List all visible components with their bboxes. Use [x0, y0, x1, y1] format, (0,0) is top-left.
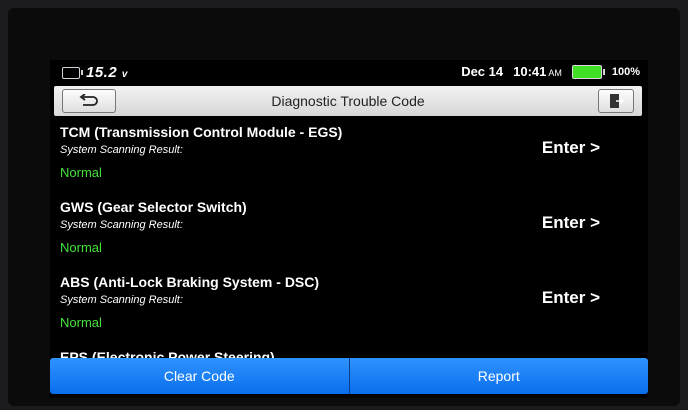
scan-result-label: System Scanning Result:: [60, 294, 183, 306]
title-bar: Diagnostic Trouble Code: [54, 86, 642, 116]
status-time: 10:41 AM: [513, 64, 562, 79]
voltage-value: 15.2 v: [86, 64, 128, 81]
scan-result-label: System Scanning Result:: [60, 219, 183, 231]
battery-percent: 100%: [611, 65, 640, 78]
report-button[interactable]: Report: [348, 358, 648, 394]
scan-result-label: System Scanning Result:: [60, 144, 183, 156]
clear-code-button[interactable]: Clear Code: [50, 358, 349, 394]
module-item-tcm: TCM (Transmission Control Module - EGS) …: [50, 120, 648, 195]
status-ampm: AM: [548, 68, 562, 78]
exit-button[interactable]: [598, 89, 634, 113]
enter-button[interactable]: Enter >: [542, 213, 600, 233]
module-name: ABS (Anti-Lock Braking System - DSC): [60, 274, 320, 290]
car-battery-icon: [62, 66, 83, 79]
voltage-unit: v: [121, 69, 128, 80]
enter-button[interactable]: Enter >: [542, 138, 600, 158]
battery-icon: [571, 64, 605, 79]
device-screen: 15.2 v Dec 14 10:41 AM 100% Diagnostic Tr…: [50, 60, 648, 398]
module-name: GWS (Gear Selector Switch): [60, 199, 247, 215]
exit-door-icon: [610, 94, 624, 108]
enter-button[interactable]: Enter >: [542, 288, 600, 308]
status-date: Dec 14: [461, 64, 504, 79]
module-item-abs: ABS (Anti-Lock Braking System - DSC) Sys…: [50, 270, 648, 345]
voltage-indicator: 15.2 v: [62, 64, 128, 81]
scan-status: Normal: [60, 165, 102, 180]
module-list: TCM (Transmission Control Module - EGS) …: [50, 120, 648, 398]
scan-status: Normal: [60, 315, 102, 330]
module-item-gws: GWS (Gear Selector Switch) System Scanni…: [50, 195, 648, 270]
status-bar: 15.2 v Dec 14 10:41 AM 100%: [50, 60, 648, 84]
page-title: Diagnostic Trouble Code: [271, 93, 425, 109]
module-name: TCM (Transmission Control Module - EGS): [60, 124, 343, 140]
scan-status: Normal: [60, 240, 102, 255]
bottom-action-bar: Clear Code Report: [50, 358, 648, 394]
